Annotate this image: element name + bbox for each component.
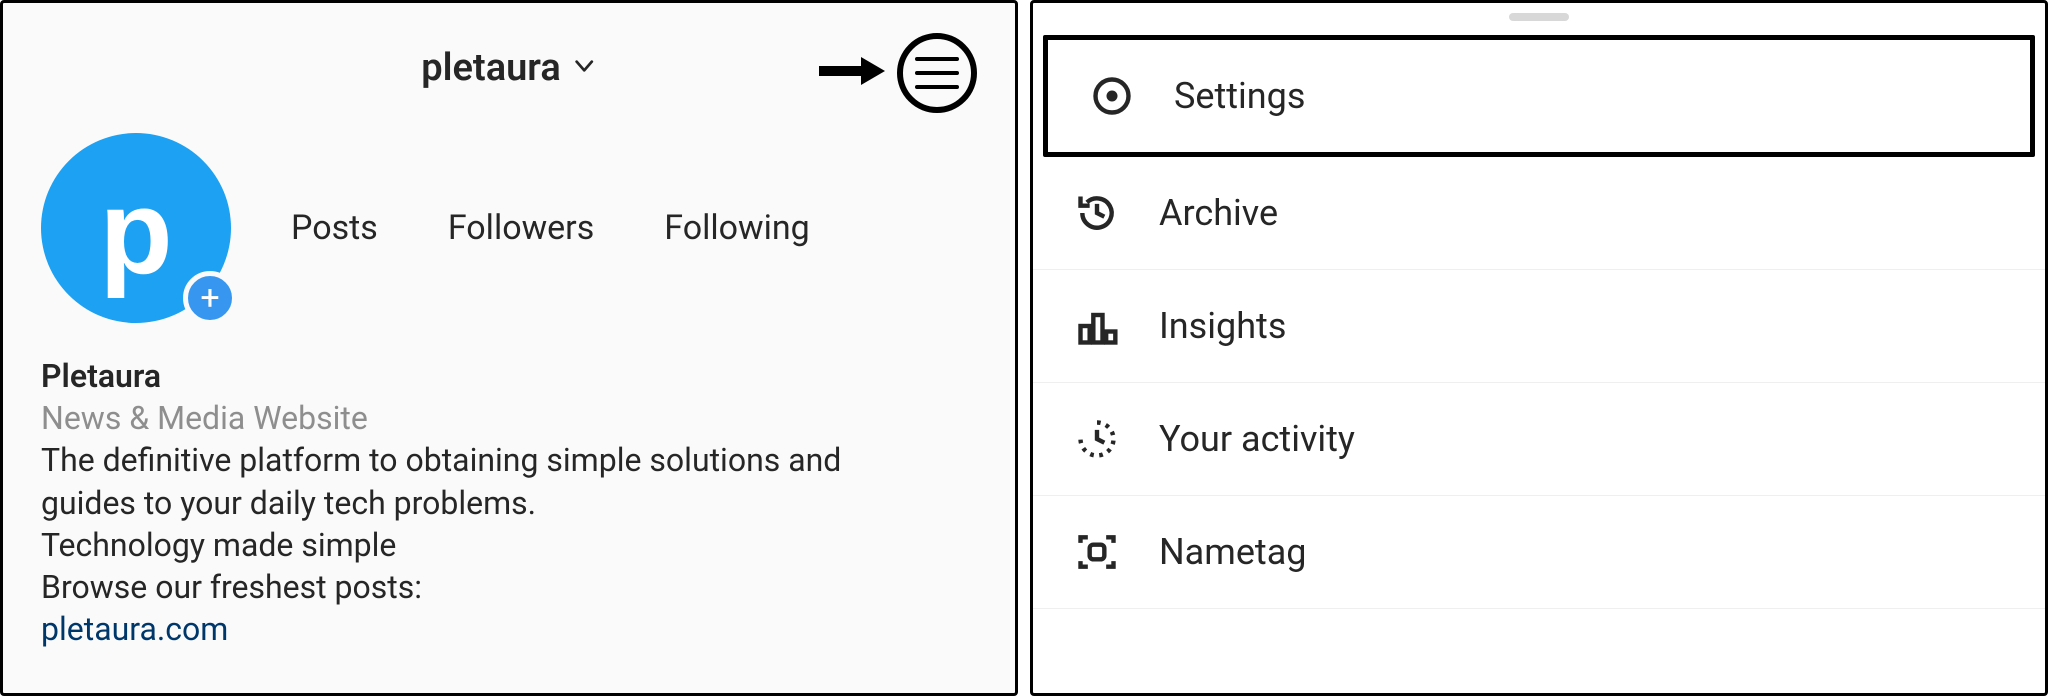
menu-item-label: Your activity [1159,418,1355,460]
hamburger-menu-button[interactable] [897,33,977,113]
username-switcher[interactable]: pletaura [421,46,597,90]
menu-sheet: Settings Archive Insights Your activity [1030,0,2048,696]
menu-item-insights[interactable]: Insights [1033,270,2045,383]
chevron-down-icon [571,53,597,83]
menu-list: Settings Archive Insights Your activity [1033,35,2045,609]
menu-item-label: Settings [1174,75,1305,117]
menu-item-label: Insights [1159,305,1286,347]
nametag-icon [1073,528,1121,576]
bio-block: Pletaura News & Media Website The defini… [41,355,977,651]
add-story-badge[interactable]: + [183,271,237,325]
bio-line: Browse our freshest posts: [41,566,977,608]
menu-item-settings[interactable]: Settings [1043,35,2035,157]
bio-line: The definitive platform to obtaining sim… [41,439,977,481]
profile-screen: pletaura p + Posts [0,0,1018,696]
arrow-icon [815,51,885,95]
plus-icon: + [200,281,219,315]
following-stat[interactable]: Following [664,208,809,248]
bio-link[interactable]: pletaura.com [41,608,977,650]
avatar-letter: p [99,172,172,292]
menu-item-archive[interactable]: Archive [1033,157,2045,270]
barchart-icon [1073,302,1121,350]
followers-stat[interactable]: Followers [448,208,594,248]
stats-row: Posts Followers Following [291,208,810,248]
username-label: pletaura [421,46,561,90]
menu-item-label: Nametag [1159,531,1307,573]
profile-header: pletaura [41,33,977,103]
activity-icon [1073,415,1121,463]
display-name: Pletaura [41,355,977,397]
gear-icon [1088,72,1136,120]
bio-line: guides to your daily tech problems. [41,482,977,524]
menu-item-label: Archive [1159,192,1278,234]
menu-item-nametag[interactable]: Nametag [1033,496,2045,609]
avatar[interactable]: p + [41,133,231,323]
drag-handle[interactable] [1509,13,1569,21]
posts-stat[interactable]: Posts [291,208,378,248]
category-label: News & Media Website [41,397,977,439]
menu-item-your-activity[interactable]: Your activity [1033,383,2045,496]
hamburger-annotation [815,33,977,113]
profile-summary-row: p + Posts Followers Following [41,133,977,323]
history-icon [1073,189,1121,237]
bio-line: Technology made simple [41,524,977,566]
hamburger-icon [915,57,959,89]
